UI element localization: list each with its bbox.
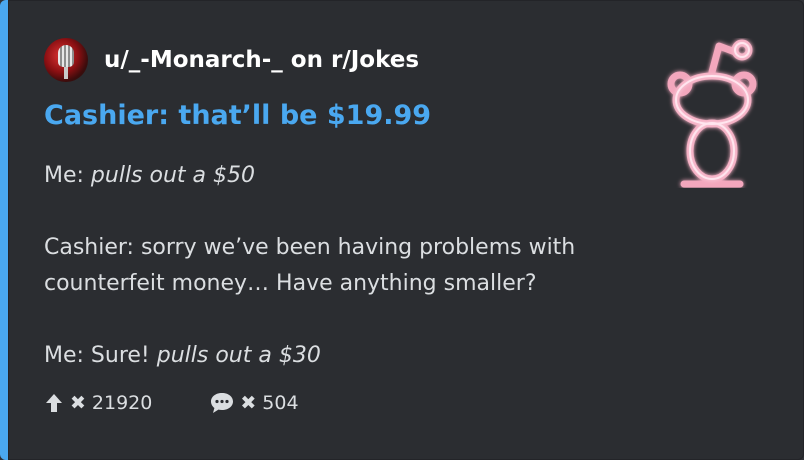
comment-stat: ✖ 504 — [210, 392, 299, 414]
multiply-icon: ✖ — [70, 392, 86, 414]
upvote-stat: ✖ 21920 — [44, 392, 152, 414]
author-name[interactable]: u/_-Monarch-_ on r/Jokes — [104, 47, 419, 73]
post-stats: ✖ 21920 ✖ 504 — [44, 392, 299, 414]
upvote-count: 21920 — [91, 392, 153, 414]
microphone-icon — [58, 45, 74, 67]
post-line-1-text: Me: — [44, 163, 91, 188]
comment-count: 504 — [262, 392, 299, 414]
post-line-1-italic: pulls out a $50 — [90, 163, 255, 188]
post-line-2-text: Cashier: sorry we’ve been having problem… — [44, 235, 576, 296]
reddit-snoo-icon — [667, 39, 757, 188]
post-line-2: Cashier: sorry we’ve been having problem… — [44, 230, 654, 302]
post-line-1: Me: pulls out a $50 — [44, 158, 654, 194]
post-line-3: Me: Sure! pulls out a $30 — [44, 338, 654, 374]
reddit-embed: u/_-Monarch-_ on r/Jokes Cashier: that’l… — [0, 0, 804, 460]
embed-author[interactable]: u/_-Monarch-_ on r/Jokes — [44, 38, 419, 82]
post-line-3-italic: pulls out a $30 — [156, 343, 321, 368]
post-title-link[interactable]: Cashier: that’ll be $19.99 — [44, 100, 431, 131]
speech-bubble-icon — [210, 392, 234, 414]
up-arrow-icon — [44, 393, 64, 413]
author-avatar — [44, 38, 88, 82]
microphone-stand — [64, 67, 68, 79]
post-line-3-text: Me: Sure! — [44, 343, 157, 368]
multiply-icon: ✖ — [240, 392, 257, 414]
post-body: Me: pulls out a $50 Cashier: sorry we’ve… — [44, 158, 654, 374]
